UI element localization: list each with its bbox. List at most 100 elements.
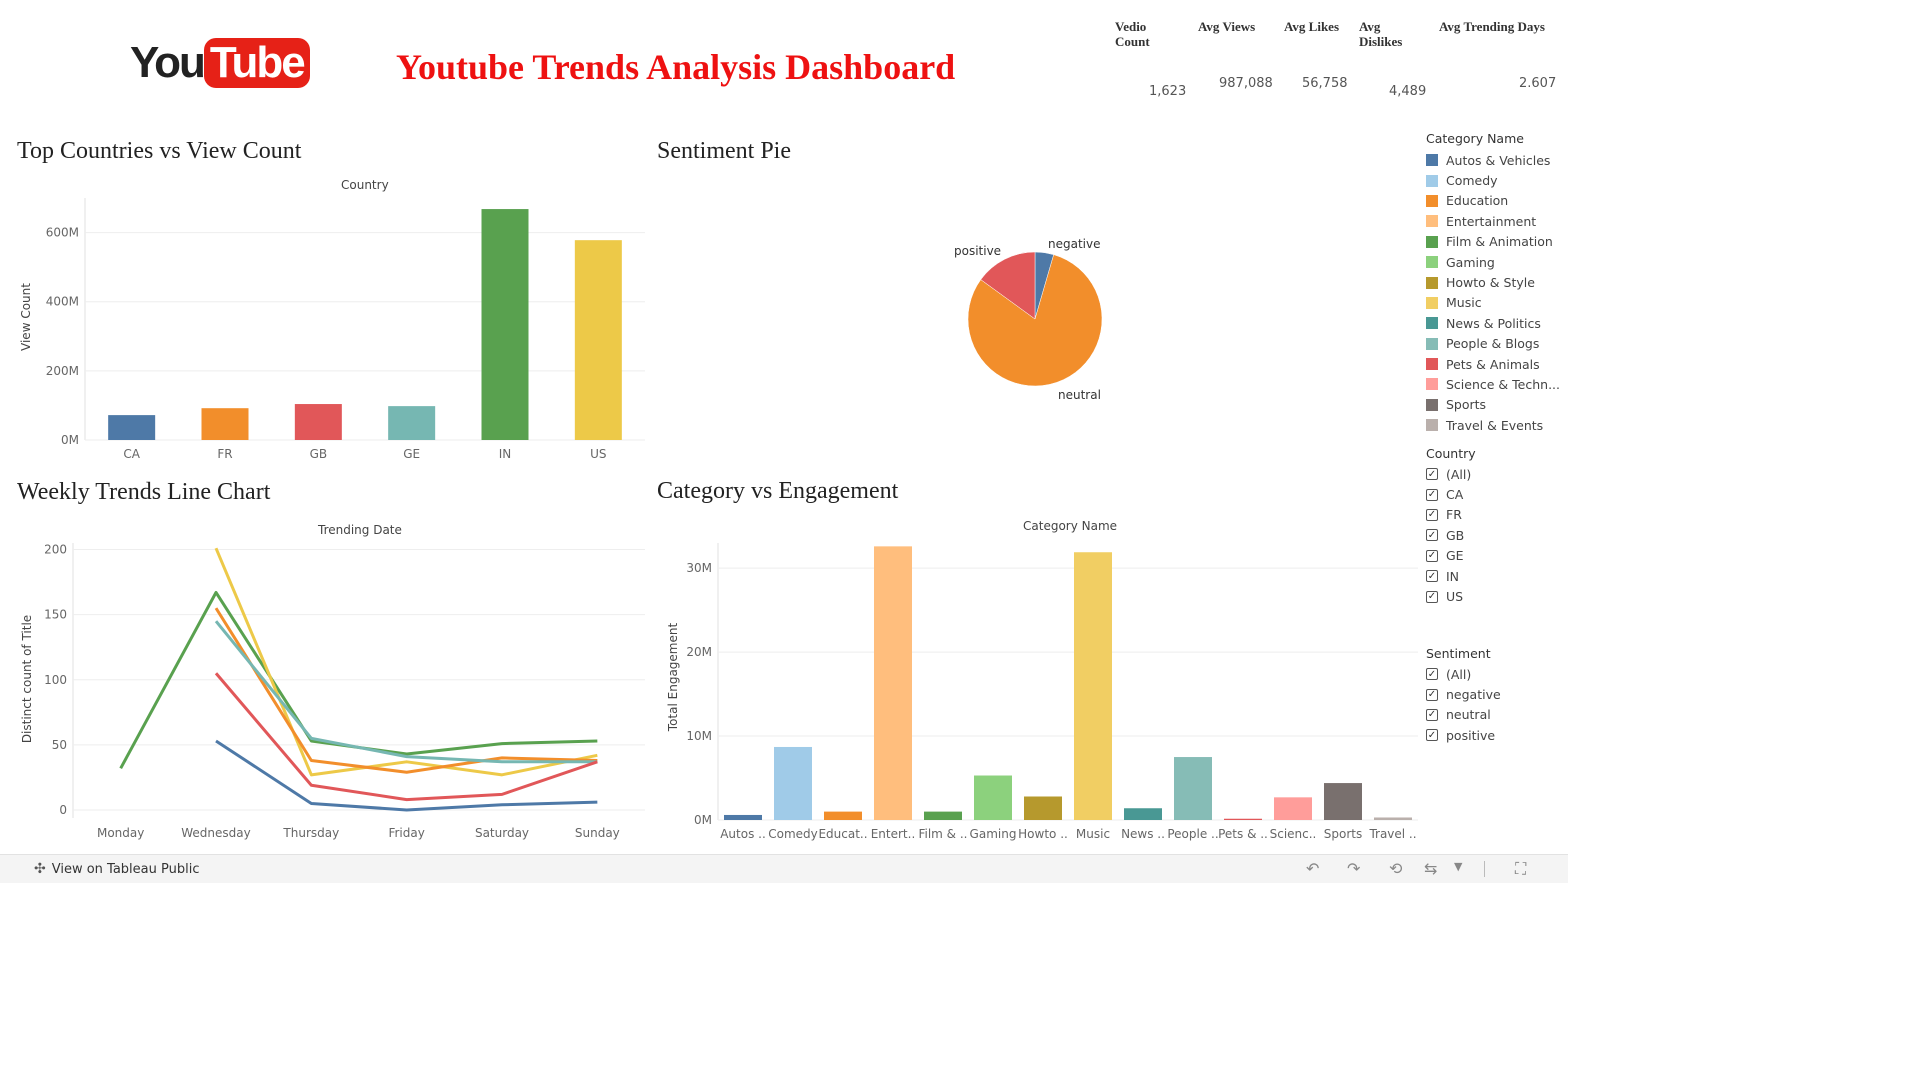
x-tick-label: Travel ..	[1368, 827, 1416, 841]
bar-category	[824, 811, 862, 820]
chevron-down-icon[interactable]: ▼	[1454, 860, 1462, 873]
sentiment-filter-option[interactable]: ✓ positive	[1426, 725, 1566, 745]
kpi-label: Avg Trending Days	[1439, 19, 1545, 34]
country-filter-option[interactable]: ✓ GB	[1426, 525, 1566, 545]
kpi-value: 4,489	[1389, 84, 1427, 99]
legend-item[interactable]: People & Blogs	[1426, 334, 1566, 354]
legend-item-label: Howto & Style	[1446, 275, 1535, 291]
x-tick-label: Howto ..	[1018, 827, 1068, 841]
x-tick-label: Scienc..	[1270, 827, 1317, 841]
country-filter-option[interactable]: ✓ FR	[1426, 505, 1566, 525]
country-filter-option-label: GE	[1446, 548, 1464, 564]
legend-item-label: Gaming	[1446, 254, 1495, 270]
bar-category	[1174, 757, 1212, 820]
legend-item-label: Education	[1446, 193, 1509, 209]
x-tick-label: Gaming	[970, 827, 1017, 841]
refresh-icon[interactable]: ⇆	[1424, 859, 1437, 878]
weekly-chart-title: Weekly Trends Line Chart	[17, 479, 271, 505]
sentiment-filter-option[interactable]: ✓ negative	[1426, 684, 1566, 704]
checkbox-icon[interactable]: ✓	[1426, 570, 1438, 583]
checkbox-icon[interactable]: ✓	[1426, 668, 1438, 681]
legend-item[interactable]: Howto & Style	[1426, 272, 1566, 292]
weekly-line-chart[interactable]: 0 50 100 150 200 Monday Wednesday Thursday Frida…	[0, 535, 650, 850]
sentiment-pie-chart[interactable]: negative neutral positive	[900, 220, 1160, 420]
tableau-public-link[interactable]: ✣ View on Tableau Public	[34, 861, 199, 877]
sentiment-chart-title: Sentiment Pie	[657, 138, 791, 164]
redo-icon[interactable]: ↷	[1347, 859, 1360, 878]
kpi-avg-views: Avg Views	[1198, 19, 1255, 34]
undo-icon[interactable]: ↶	[1306, 859, 1319, 878]
sentiment-filter-option-label: (All)	[1446, 666, 1472, 682]
bar-ca	[108, 415, 156, 440]
legend-item[interactable]: Autos & Vehicles	[1426, 150, 1566, 170]
checkbox-icon[interactable]: ✓	[1426, 549, 1438, 562]
x-tick-label: Thursday	[282, 826, 339, 840]
legend-swatch	[1426, 174, 1438, 187]
checkbox-icon[interactable]: ✓	[1426, 688, 1438, 701]
checkbox-icon[interactable]: ✓	[1426, 729, 1438, 742]
y-tick-label: 600M	[46, 226, 79, 240]
pie-label-neutral: neutral	[1058, 388, 1101, 402]
checkbox-icon[interactable]: ✓	[1426, 508, 1438, 521]
sentiment-filter-option[interactable]: ✓ (All)	[1426, 664, 1566, 684]
legend-item[interactable]: Entertainment	[1426, 211, 1566, 231]
sentiment-filter-title: Sentiment	[1426, 646, 1491, 661]
country-filter-option-label: GB	[1446, 527, 1465, 543]
kpi-avg-trending-days: Avg Trending Days	[1439, 19, 1545, 34]
countries-bar-chart[interactable]: 0M 200M 400M 600M CA FR GB GE IN US	[0, 190, 650, 470]
y-tick-label: 0M	[61, 433, 79, 447]
fullscreen-icon[interactable]: ⛶	[1515, 859, 1526, 879]
legend-item-label: People & Blogs	[1446, 336, 1540, 352]
legend-swatch	[1426, 194, 1438, 207]
x-tick-label: FR	[217, 447, 232, 461]
checkbox-icon[interactable]: ✓	[1426, 590, 1438, 603]
legend-item[interactable]: Science & Techn...	[1426, 374, 1566, 394]
legend-item[interactable]: News & Politics	[1426, 313, 1566, 333]
y-tick-label: 0	[59, 803, 67, 817]
y-tick-label: 10M	[686, 729, 712, 743]
y-tick-label: 30M	[686, 561, 712, 575]
country-filter-option[interactable]: ✓ US	[1426, 586, 1566, 606]
checkbox-icon[interactable]: ✓	[1426, 488, 1438, 501]
legend-item[interactable]: Pets & Animals	[1426, 354, 1566, 374]
category-legend: Category Name Autos & Vehicles Comedy Educ…	[1426, 131, 1566, 435]
country-filter-option[interactable]: ✓ IN	[1426, 566, 1566, 586]
bar-fr	[201, 408, 249, 440]
revert-icon[interactable]: ⟲	[1389, 859, 1402, 878]
kpi-label: Avg Views	[1198, 19, 1256, 34]
legend-swatch	[1426, 276, 1438, 289]
x-tick-label: Wednesday	[181, 826, 250, 840]
country-filter-option[interactable]: ✓ CA	[1426, 484, 1566, 504]
x-tick-label: Film & ..	[918, 827, 967, 841]
country-filter-option-label: CA	[1446, 487, 1464, 503]
y-tick-label: 200M	[46, 364, 79, 378]
kpi-label: Dislikes	[1359, 34, 1403, 49]
kpi-label: Avg Likes	[1284, 19, 1340, 34]
x-tick-label: Educat..	[818, 827, 867, 841]
x-tick-label: IN	[499, 447, 512, 461]
legend-item[interactable]: Gaming	[1426, 252, 1566, 272]
bar-gb	[294, 404, 342, 440]
legend-item[interactable]: Film & Animation	[1426, 232, 1566, 252]
checkbox-icon[interactable]: ✓	[1426, 529, 1438, 542]
country-filter-option-label: FR	[1446, 507, 1462, 523]
legend-item[interactable]: Comedy	[1426, 170, 1566, 190]
category-bar-chart[interactable]: 0M 10M 20M 30M Autos .. Comedy Educat.. Entert.…	[640, 535, 1430, 850]
bar-category	[1024, 796, 1062, 820]
x-tick-label: Music	[1076, 827, 1110, 841]
legend-item-label: Sports	[1446, 397, 1487, 413]
checkbox-icon[interactable]: ✓	[1426, 708, 1438, 721]
y-tick-label: 400M	[46, 295, 79, 309]
legend-item[interactable]: Sports	[1426, 395, 1566, 415]
sentiment-filter-option[interactable]: ✓ neutral	[1426, 705, 1566, 725]
country-filter-option[interactable]: ✓ (All)	[1426, 464, 1566, 484]
legend-item[interactable]: Music	[1426, 293, 1566, 313]
legend-item[interactable]: Travel & Events	[1426, 415, 1566, 435]
checkbox-icon[interactable]: ✓	[1426, 468, 1438, 481]
kpi-value: 2.607	[1519, 76, 1557, 91]
kpi-label: Count	[1115, 34, 1150, 49]
legend-item[interactable]: Education	[1426, 191, 1566, 211]
legend-swatch	[1426, 317, 1438, 330]
country-filter-option[interactable]: ✓ GE	[1426, 546, 1566, 566]
legend-swatch	[1426, 419, 1438, 432]
